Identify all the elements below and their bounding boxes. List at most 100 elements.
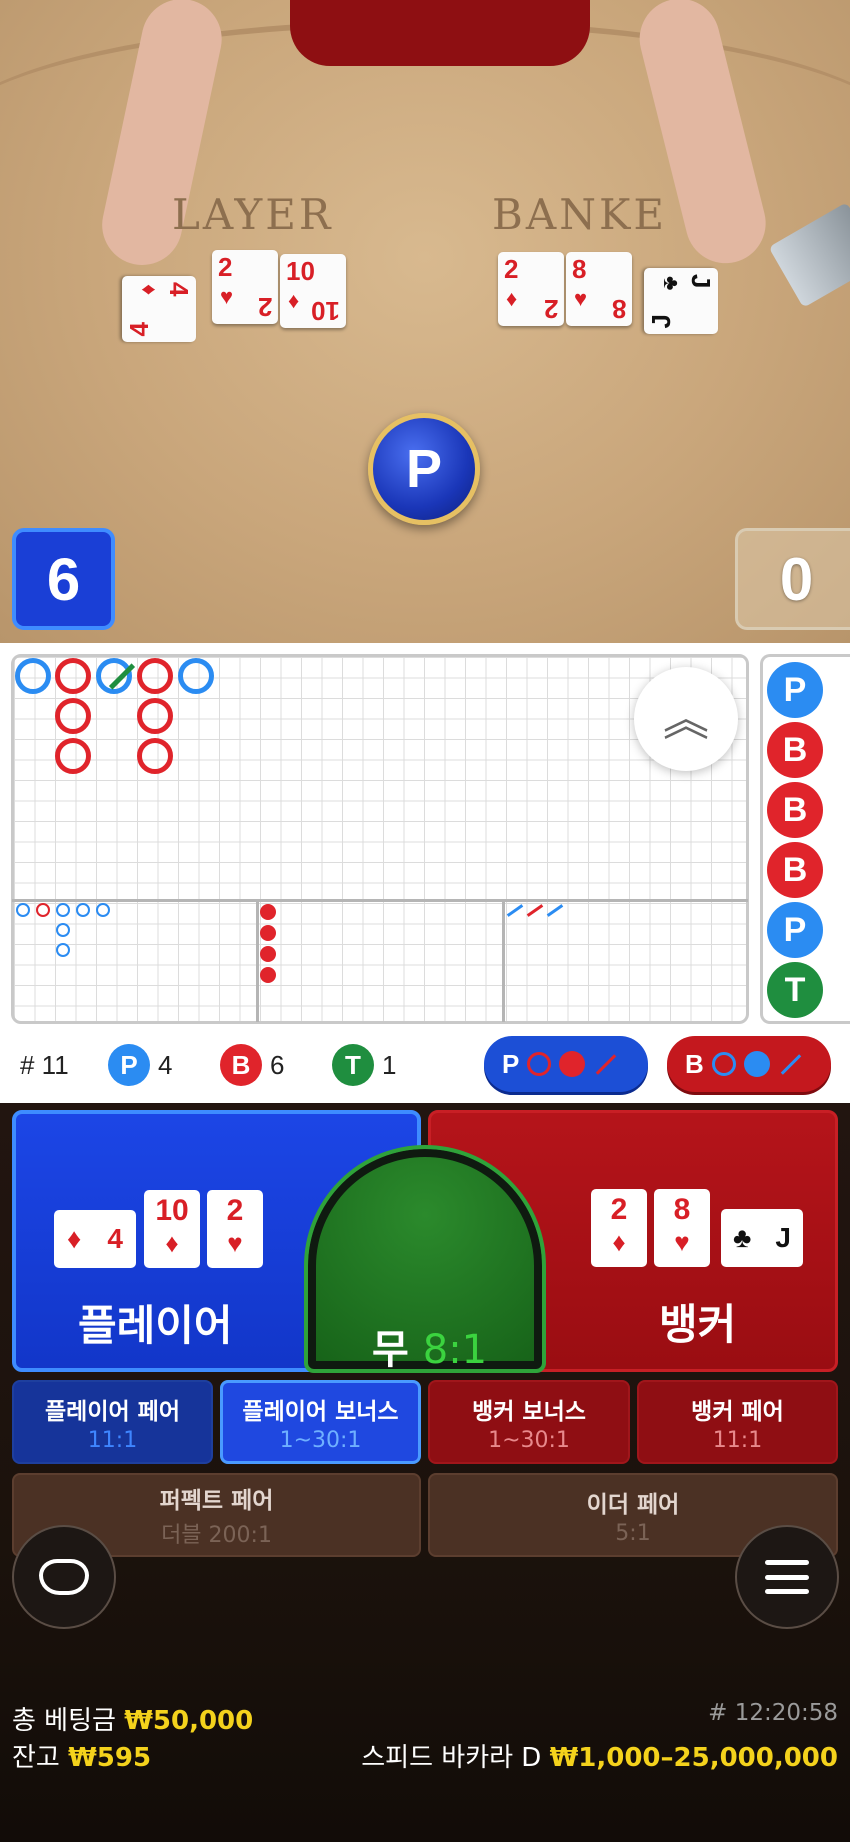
blue-ring-icon bbox=[711, 1052, 736, 1076]
banker-card-mini: ♣ J bbox=[721, 1209, 803, 1267]
chip-tray-button[interactable] bbox=[12, 1525, 116, 1629]
road-banker-ring bbox=[137, 738, 173, 774]
bet-perfect-pair-title: 퍼펙트 페어 bbox=[159, 1488, 274, 1514]
banker-score: 0 bbox=[735, 528, 850, 630]
ask-player-label: P bbox=[502, 1048, 520, 1079]
table-card-banker-2: 8 ♥ 8 bbox=[566, 252, 632, 326]
bead-road-item: B bbox=[767, 722, 823, 778]
road-player-ring bbox=[96, 658, 132, 694]
player-card-mini: 10 ♦ bbox=[144, 1190, 200, 1268]
menu-button[interactable] bbox=[735, 1525, 839, 1629]
road-player-ring bbox=[15, 658, 51, 694]
bet-tie-label: 무 bbox=[372, 1327, 409, 1373]
banker-card-mini: 2 ♦ bbox=[591, 1189, 647, 1267]
bet-either-pair-title: 이더 페어 bbox=[586, 1491, 680, 1518]
road-player-ring bbox=[178, 658, 214, 694]
banker-card-mini: 8 ♥ bbox=[654, 1189, 710, 1267]
player-card-mini: ♦ 4 bbox=[54, 1210, 136, 1268]
total-bet-label: 총 베팅금 bbox=[12, 1706, 116, 1736]
bet-tie-odds: 8:1 bbox=[422, 1327, 488, 1373]
derived-ring bbox=[56, 943, 70, 957]
player-count: 4 bbox=[158, 1050, 173, 1080]
hamburger-menu-icon bbox=[765, 1560, 809, 1594]
bet-tie-text: 무 8:1 bbox=[372, 1317, 487, 1375]
red-ring-icon bbox=[527, 1052, 552, 1076]
bet-player-pair[interactable]: 플레이어 페어 11:1 bbox=[12, 1380, 213, 1464]
table-info: 스피드 바카라 D ₩1,000–25,000,000 bbox=[361, 1737, 838, 1774]
bead-road-item: T bbox=[767, 962, 823, 1018]
bet-banker-bonus-title: 뱅커 보너스 bbox=[472, 1398, 586, 1425]
derived-dot bbox=[260, 904, 276, 920]
bet-player-bonus-odds: 1~30:1 bbox=[279, 1427, 362, 1453]
bead-road-item: P bbox=[767, 662, 823, 718]
balance-label: 잔고 bbox=[12, 1743, 60, 1773]
bet-player-bonus-title: 플레이어 보너스 bbox=[242, 1398, 399, 1425]
derived-ring bbox=[16, 903, 30, 917]
bet-banker-pair-title: 뱅커 페어 bbox=[691, 1398, 784, 1425]
total-bet: 총 베팅금 ₩50,000 bbox=[12, 1700, 253, 1737]
table-player-word: LAYER bbox=[172, 190, 334, 239]
bet-banker-bonus-odds: 1~30:1 bbox=[488, 1427, 570, 1453]
road-banker-ring bbox=[55, 658, 91, 694]
bet-player-pair-title: 플레이어 페어 bbox=[45, 1398, 180, 1425]
bet-limits: ₩1,000–25,000,000 bbox=[549, 1743, 838, 1773]
bead-road[interactable]: P B B B P T bbox=[760, 654, 850, 1024]
ask-player-button[interactable]: P bbox=[484, 1036, 648, 1092]
bet-player-bonus[interactable]: 플레이어 보너스 1~30:1 bbox=[220, 1380, 421, 1464]
derived-ring bbox=[36, 903, 50, 917]
derived-ring bbox=[76, 903, 90, 917]
banker-count-badge: B bbox=[220, 1044, 262, 1086]
player-card-mini: 2 ♥ bbox=[207, 1190, 263, 1268]
table-card-player-2: 2 ♥ 2 bbox=[212, 250, 278, 324]
table-card-banker-3: J ♣ J bbox=[644, 268, 718, 334]
road-banker-ring bbox=[55, 698, 91, 734]
dealer-dress bbox=[290, 0, 590, 66]
derived-ring bbox=[96, 903, 110, 917]
bead-road-item: P bbox=[767, 902, 823, 958]
bead-road-item: B bbox=[767, 782, 823, 838]
balance-value: ₩595 bbox=[68, 1743, 152, 1773]
bet-player-pair-odds: 11:1 bbox=[87, 1427, 138, 1453]
game-time: # 12:20:58 bbox=[708, 1700, 838, 1726]
bet-banker-bonus[interactable]: 뱅커 보너스 1~30:1 bbox=[428, 1380, 630, 1464]
expand-roadmap-button[interactable]: ︽ bbox=[634, 667, 738, 771]
result-chip-player: P bbox=[368, 413, 480, 525]
tie-count-badge: T bbox=[332, 1044, 374, 1086]
road-divider bbox=[502, 900, 505, 1022]
tie-count: 1 bbox=[382, 1050, 397, 1080]
road-divider bbox=[256, 900, 259, 1022]
total-bet-value: ₩50,000 bbox=[124, 1706, 254, 1736]
balance: 잔고 ₩595 bbox=[12, 1737, 151, 1774]
derived-ring bbox=[56, 903, 70, 917]
bet-player-label: 플레이어 bbox=[78, 1301, 233, 1350]
table-name: 스피드 바카라 D bbox=[361, 1743, 542, 1773]
card-shoe bbox=[768, 202, 850, 308]
player-count-badge: P bbox=[108, 1044, 150, 1086]
table-card-banker-1: 2 ♦ 2 bbox=[498, 252, 564, 326]
ask-banker-button[interactable]: B bbox=[667, 1036, 831, 1092]
table-card-player-3: 10 ♦ 10 bbox=[280, 254, 346, 328]
derived-dot bbox=[260, 925, 276, 941]
derived-dot bbox=[260, 967, 276, 983]
table-card-player-1: 4 ♦ 4 bbox=[122, 276, 196, 342]
bet-banker-pair-odds: 11:1 bbox=[712, 1427, 763, 1453]
player-score: 6 bbox=[12, 528, 115, 630]
bet-tie-spot[interactable]: 무 8:1 bbox=[304, 1145, 546, 1373]
blue-dot-icon bbox=[743, 1051, 770, 1077]
bet-banker-label: 뱅커 bbox=[659, 1300, 737, 1349]
chip-tray-icon bbox=[39, 1559, 89, 1595]
round-counter: # 11 bbox=[20, 1050, 69, 1080]
bead-road-item: B bbox=[767, 842, 823, 898]
road-banker-ring bbox=[137, 698, 173, 734]
derived-ring bbox=[56, 923, 70, 937]
table-banker-word: BANKE bbox=[492, 190, 667, 239]
bet-banker-pair[interactable]: 뱅커 페어 11:1 bbox=[637, 1380, 838, 1464]
road-banker-ring bbox=[137, 658, 173, 694]
derived-dot bbox=[260, 946, 276, 962]
banker-count: 6 bbox=[270, 1050, 285, 1080]
live-video-feed: LAYER BANKE 4 ♦ 4 2 ♥ 2 10 ♦ 10 2 ♦ 2 8 ♥ 8 J ♣ J bbox=[0, 0, 850, 643]
road-banker-ring bbox=[55, 738, 91, 774]
road-divider bbox=[12, 899, 748, 902]
red-slash-icon bbox=[596, 1053, 617, 1075]
chevron-double-up-icon: ︽ bbox=[663, 692, 709, 746]
